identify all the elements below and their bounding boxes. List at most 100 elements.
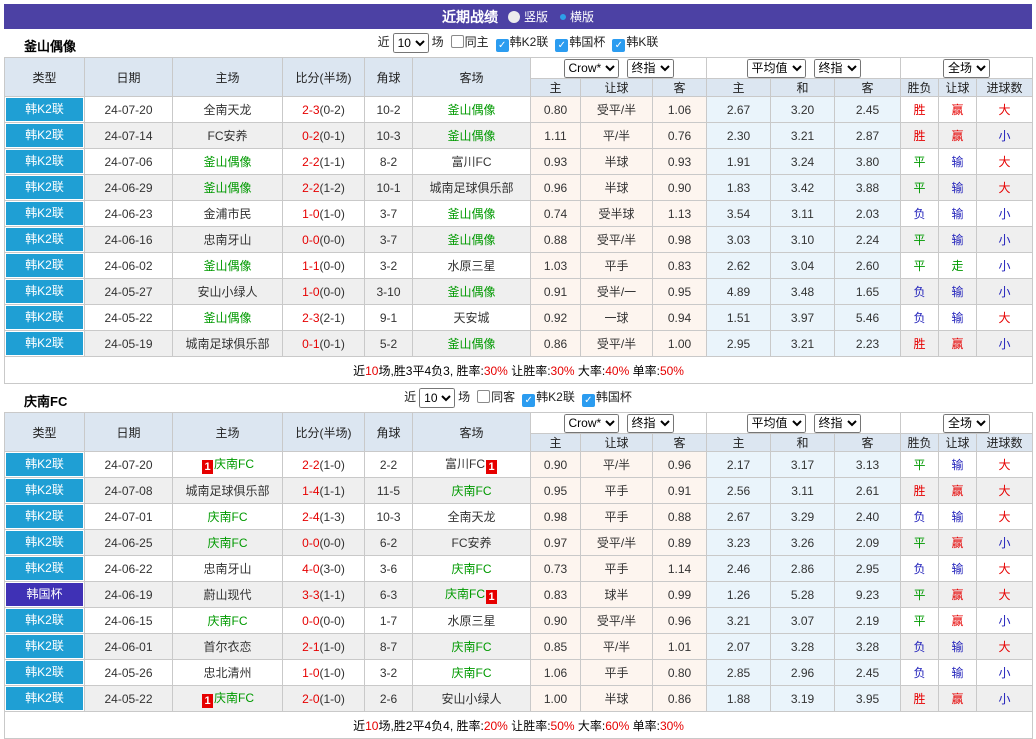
team-label: 釜山偶像 — [447, 129, 496, 143]
fulltime-score: 2-2 — [302, 180, 320, 195]
league-type-badge: 韩K2联 — [6, 687, 83, 710]
home-team-cell: 首尔衣恋 — [172, 633, 283, 660]
league-type-badge: 韩K2联 — [6, 176, 83, 199]
odds-source-select[interactable]: 终指 — [626, 58, 674, 78]
average-odds-cell: 5.46 — [834, 304, 902, 331]
odds-source-select[interactable]: 终指 — [813, 413, 861, 433]
result-cell: 大 — [976, 503, 1034, 530]
score-cell: 2-1(1-0) — [282, 633, 365, 660]
result-cell: 负 — [900, 503, 940, 530]
filter-checkbox[interactable]: ✓ — [612, 39, 626, 53]
average-odds-cell: 3.21 — [770, 330, 836, 357]
handicap-odds-cell: 1.00 — [530, 685, 581, 712]
home-team-cell: 1 庆南FC — [172, 451, 283, 478]
average-odds-cell: 3.04 — [770, 252, 836, 279]
average-odds-cell: 3.20 — [770, 96, 836, 123]
team-label: 庆南FC — [451, 640, 492, 654]
column-header: 日期 — [84, 412, 173, 452]
odds-source-select[interactable]: 平均值 — [746, 58, 806, 78]
date-cell: 24-07-20 — [84, 451, 173, 478]
result-cell: 平 — [900, 529, 940, 556]
corner-cell: 1-7 — [364, 607, 413, 634]
odds-source-select[interactable]: 全场 — [943, 413, 991, 433]
result-cell: 小 — [976, 226, 1034, 253]
column-subheader: 主 — [706, 78, 772, 97]
filter-checkbox[interactable]: ✓ — [495, 39, 509, 53]
fulltime-score: 2-0 — [302, 691, 320, 706]
result-cell: 输 — [938, 304, 978, 331]
fulltime-score: 0-0 — [302, 613, 320, 628]
team-label: 城南足球俱乐部 — [185, 337, 270, 351]
games-count-select[interactable]: 10 — [419, 388, 456, 408]
column-subheader: 让球 — [580, 78, 653, 97]
team-label: 庆南FC — [451, 562, 492, 576]
score-cell: 2-0(1-0) — [282, 685, 365, 712]
corner-cell: 6-2 — [364, 529, 413, 556]
date-cell: 24-05-22 — [84, 304, 173, 331]
games-suffix-label: 场 — [458, 390, 471, 405]
fulltime-score: 3-3 — [302, 587, 320, 602]
average-odds-cell: 2.19 — [834, 607, 902, 634]
average-odds-cell: 2.23 — [834, 330, 902, 357]
league-type-badge: 韩K2联 — [6, 202, 83, 225]
handicap-odds-cell: 平手 — [580, 252, 653, 279]
team-label: 全南天龙 — [203, 103, 252, 117]
average-odds-cell: 3.48 — [770, 278, 836, 305]
column-header: 主场 — [172, 412, 283, 452]
halftime-score: (0-1) — [319, 128, 345, 143]
odds-source-select[interactable]: 终指 — [813, 58, 861, 78]
handicap-odds-cell: 0.94 — [651, 304, 708, 331]
layout-radio-option[interactable]: 竖版 — [507, 8, 548, 25]
handicap-odds-cell: 受平/半 — [580, 529, 653, 556]
match-row: 韩K2联 24-05-22 釜山偶像 2-3(2-1) 9-1 天安城 0.92 一球 0.94… — [4, 304, 1034, 331]
filter-checkbox-label: 同客 — [491, 390, 516, 405]
summary-segment: 20% — [483, 718, 508, 733]
odds-source-select[interactable]: 平均值 — [746, 413, 806, 433]
away-team-cell: 水原三星 — [412, 607, 531, 634]
result-cell: 平 — [900, 174, 940, 201]
result-cell: 小 — [976, 529, 1034, 556]
date-cell: 24-07-08 — [84, 477, 173, 504]
filter-checkbox[interactable] — [450, 35, 464, 49]
average-odds-cell: 2.86 — [770, 555, 836, 582]
filter-checkbox[interactable]: ✓ — [522, 394, 536, 408]
match-row: 韩K2联 24-06-29 釜山偶像 2-2(1-2) 10-1 城南足球俱乐部 0.96 半… — [4, 174, 1034, 201]
handicap-odds-cell: 球半 — [580, 581, 653, 608]
team-label: 庆南FC — [214, 691, 254, 705]
filter-checkbox[interactable] — [477, 390, 491, 404]
handicap-odds-cell: 0.98 — [651, 226, 708, 253]
league-type-badge: 韩K2联 — [6, 531, 83, 554]
league-type-badge: 韩K2联 — [6, 124, 83, 147]
halftime-score: (3-0) — [319, 561, 345, 576]
red-card-badge: 1 — [202, 694, 213, 708]
odds-source-select[interactable]: Crow* — [563, 58, 619, 78]
filter-checkbox[interactable]: ✓ — [555, 39, 569, 53]
average-odds-cell: 2.17 — [706, 451, 772, 478]
average-odds-cell: 2.46 — [706, 555, 772, 582]
odds-source-select[interactable]: 全场 — [943, 58, 991, 78]
team-label: 釜山偶像 — [447, 207, 496, 221]
result-cell: 赢 — [938, 607, 978, 634]
home-team-cell: 忠南牙山 — [172, 555, 283, 582]
team-label: 釜山偶像 — [203, 155, 252, 169]
filter-checkbox[interactable]: ✓ — [581, 394, 595, 408]
away-team-cell: 富川FC 1 — [412, 451, 531, 478]
column-header: 主场 — [172, 57, 283, 97]
league-type-badge: 韩K2联 — [6, 661, 83, 684]
fulltime-score: 1-4 — [302, 483, 320, 498]
league-type-badge: 韩K2联 — [6, 557, 83, 580]
layout-radio-option[interactable]: 横版 — [560, 8, 594, 25]
home-team-cell: 1 庆南FC — [172, 685, 283, 712]
league-type-badge: 韩K2联 — [6, 228, 83, 251]
odds-source-select[interactable]: Crow* — [563, 413, 619, 433]
team-name: 釜山偶像 — [24, 39, 77, 54]
column-header: 角球 — [364, 412, 413, 452]
summary-segment: 10 — [365, 718, 379, 733]
handicap-odds-cell: 0.86 — [530, 330, 581, 357]
score-cell: 1-0(1-0) — [282, 200, 365, 227]
games-count-select[interactable]: 10 — [392, 33, 429, 53]
odds-source-select[interactable]: 终指 — [626, 413, 674, 433]
average-odds-cell: 3.11 — [770, 200, 836, 227]
score-cell: 2-4(1-3) — [282, 503, 365, 530]
corner-cell: 2-2 — [364, 451, 413, 478]
